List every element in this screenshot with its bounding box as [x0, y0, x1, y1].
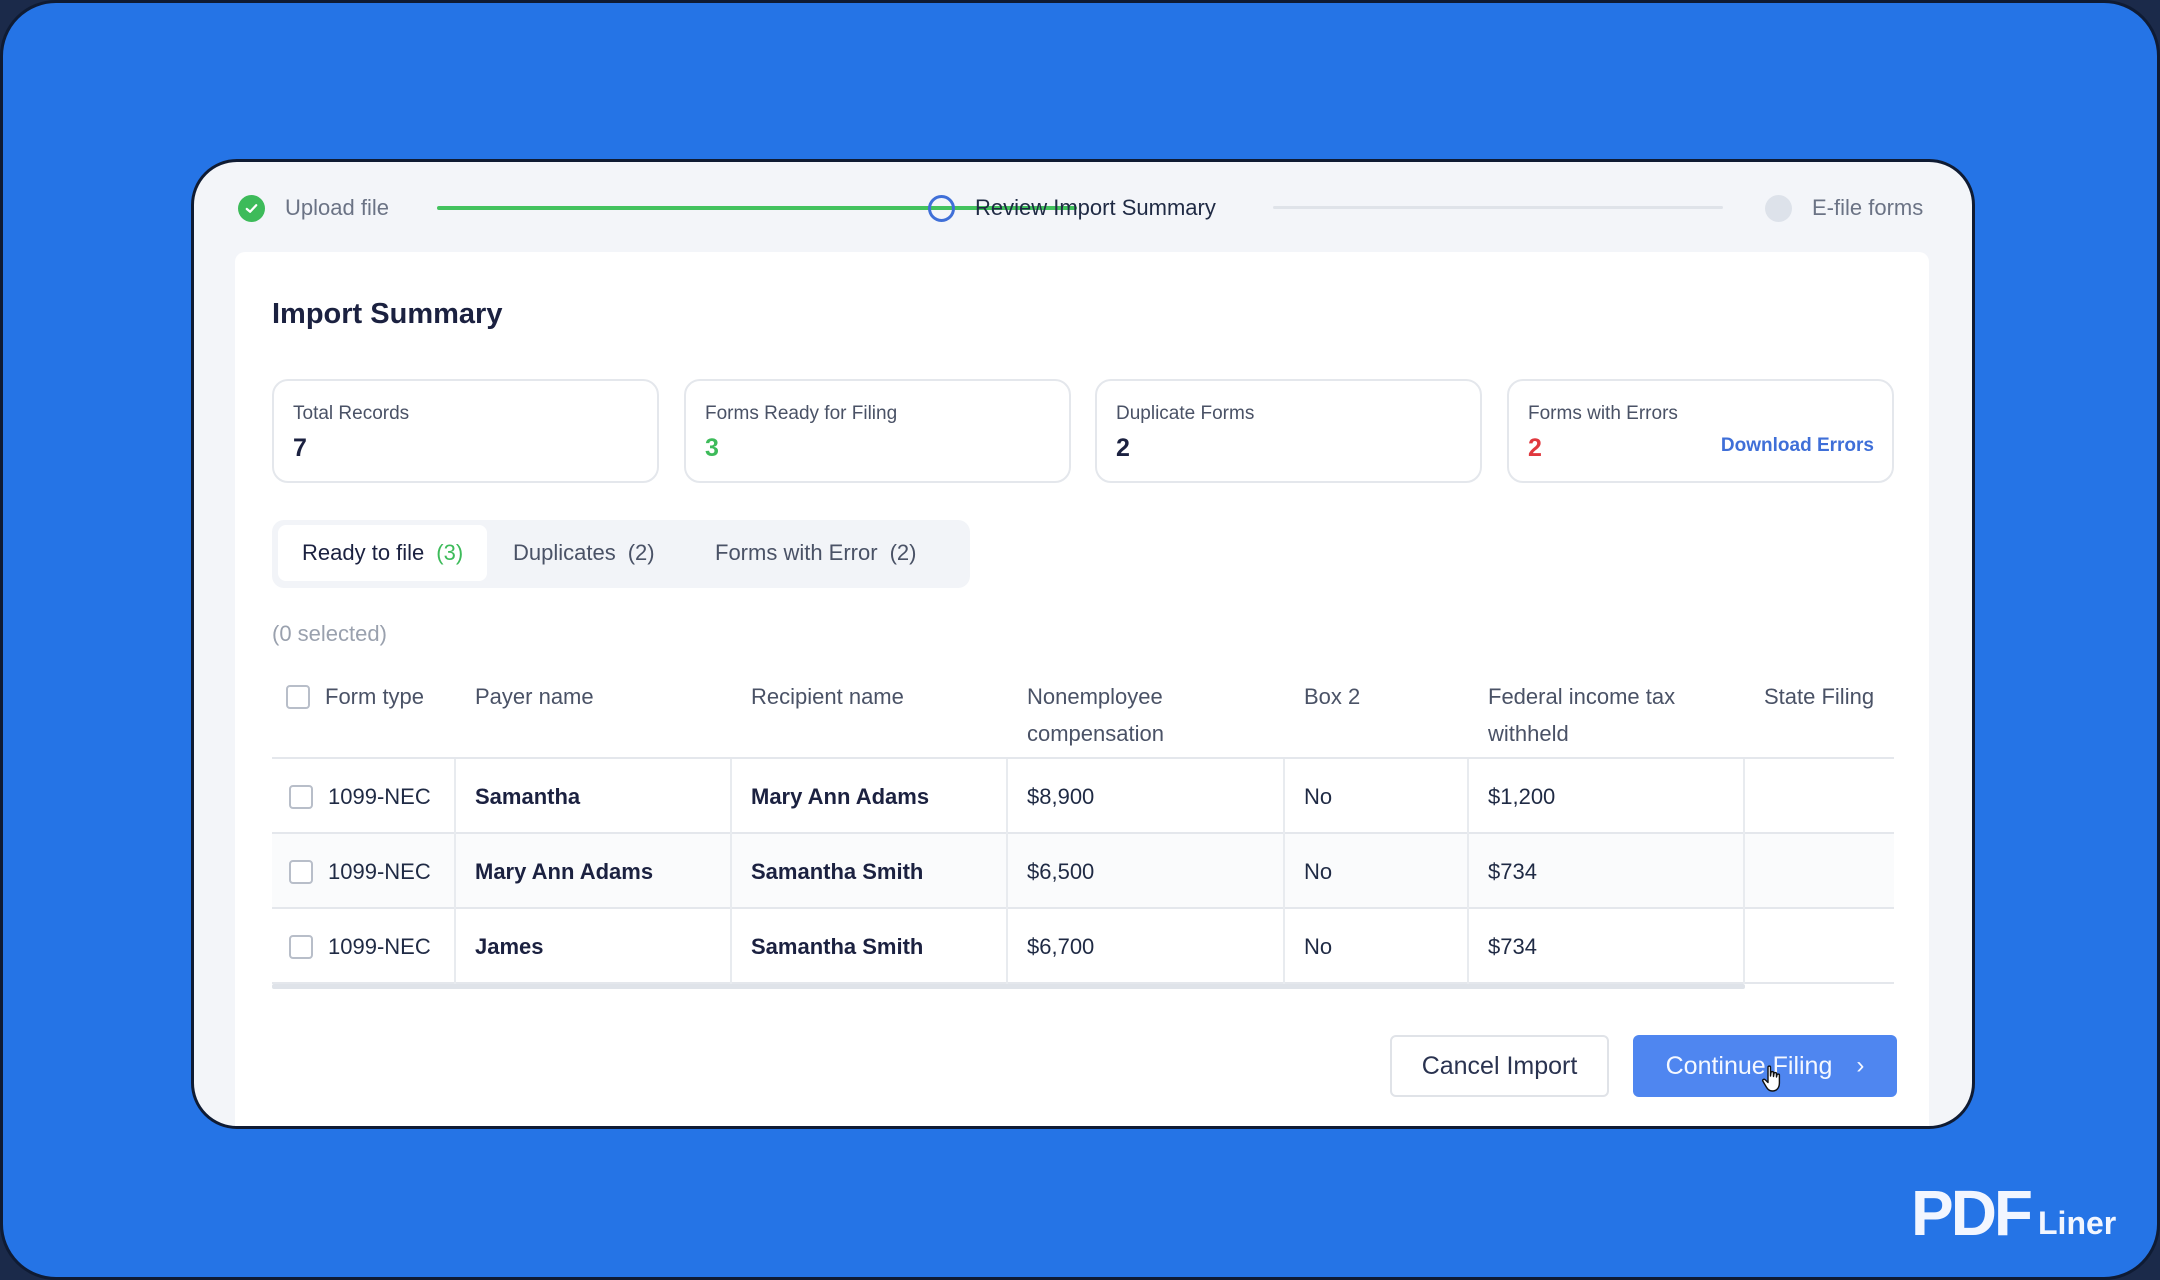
- dot-icon: [1765, 194, 1792, 222]
- step-connector-pending: [1273, 206, 1723, 209]
- cell-box-2: No: [1285, 909, 1469, 984]
- form-type-value: 1099-NEC: [328, 783, 431, 809]
- cell-recipient-name: Samantha Smith: [732, 834, 1008, 909]
- column-header-payer-name[interactable]: Payer name: [475, 678, 594, 715]
- cell-payer-name: James: [456, 909, 732, 984]
- download-errors-link[interactable]: Download Errors: [1721, 435, 1874, 457]
- column-header-nonemployee-compensation[interactable]: Nonemployee compensation: [1027, 678, 1247, 752]
- step-label: E-file forms: [1812, 195, 1924, 220]
- stat-value: 7: [293, 434, 307, 462]
- tab-duplicates[interactable]: Duplicates (2): [489, 525, 679, 581]
- cancel-import-button[interactable]: Cancel Import: [1390, 1035, 1609, 1097]
- table-header: Form type Payer name Recipient name None…: [272, 662, 1894, 758]
- column-header-federal-income-tax[interactable]: Federal income tax withheld: [1488, 678, 1728, 752]
- stat-card-forms-with-errors: Forms with Errors 2 Download Errors: [1507, 379, 1894, 483]
- cell-box-2: No: [1285, 759, 1469, 834]
- tab-count: (2): [889, 540, 917, 565]
- stat-value: 2: [1528, 434, 1542, 462]
- cell-form-type: 1099-NEC: [272, 834, 456, 909]
- cell-form-type: 1099-NEC: [272, 759, 456, 834]
- tab-label: Forms with Error: [715, 540, 878, 565]
- tab-forms-with-error[interactable]: Forms with Error (2): [691, 525, 940, 581]
- column-header-box-2[interactable]: Box 2: [1304, 678, 1360, 715]
- selected-count: (0 selected): [272, 621, 387, 646]
- stat-label: Total Records: [293, 403, 410, 424]
- cell-federal-tax: $1,200: [1469, 759, 1745, 834]
- step-review-import-summary[interactable]: Review Import Summary: [928, 190, 1216, 226]
- row-checkbox[interactable]: [289, 859, 313, 884]
- stat-value: 2: [1116, 434, 1130, 462]
- cell-state-filing: [1745, 909, 1894, 984]
- cell-compensation: $6,500: [1008, 834, 1285, 909]
- cell-box-2: No: [1285, 834, 1469, 909]
- cell-state-filing: [1745, 834, 1894, 909]
- pdfliner-logo: PDF Liner: [1911, 1177, 2117, 1249]
- step-upload-file[interactable]: Upload file: [238, 190, 389, 226]
- cell-recipient-name: Samantha Smith: [732, 909, 1008, 984]
- stat-card-duplicate-forms: Duplicate Forms 2: [1095, 379, 1482, 483]
- table-body: 1099-NEC Samantha Mary Ann Adams $8,900 …: [272, 757, 1894, 989]
- filter-tabs: Ready to file (3) Duplicates (2) Forms w…: [272, 520, 970, 588]
- form-type-value: 1099-NEC: [328, 858, 431, 884]
- cell-payer-name: Mary Ann Adams: [456, 834, 732, 909]
- import-summary-panel: Import Summary Total Records 7 Forms Rea…: [235, 252, 1929, 1126]
- import-wizard-window: Upload file Review Import Summary E-file…: [191, 159, 1975, 1129]
- cell-state-filing: [1745, 759, 1894, 834]
- check-circle-icon: [238, 194, 265, 222]
- chevron-right-icon: ›: [1856, 1052, 1865, 1079]
- column-header-recipient-name[interactable]: Recipient name: [751, 678, 971, 715]
- table-row[interactable]: 1099-NEC James Samantha Smith $6,700 No …: [272, 909, 1894, 984]
- cell-recipient-name: Mary Ann Adams: [732, 759, 1008, 834]
- step-label: Review Import Summary: [975, 195, 1216, 220]
- cell-payer-name: Samantha: [456, 759, 732, 834]
- table-row[interactable]: 1099-NEC Samantha Mary Ann Adams $8,900 …: [272, 759, 1894, 834]
- progress-stepper: Upload file Review Import Summary E-file…: [194, 162, 1972, 254]
- table-row[interactable]: 1099-NEC Mary Ann Adams Samantha Smith $…: [272, 834, 1894, 909]
- column-header-form-type: Form type: [286, 678, 424, 715]
- button-label: Continue Filing: [1665, 1051, 1833, 1080]
- form-type-value: 1099-NEC: [328, 933, 431, 959]
- select-all-checkbox[interactable]: [286, 684, 310, 709]
- stat-label: Duplicate Forms: [1116, 403, 1255, 424]
- hand-pointer-cursor-icon: [1761, 1065, 1781, 1092]
- cell-compensation: $8,900: [1008, 759, 1285, 834]
- stat-card-total-records: Total Records 7: [272, 379, 659, 483]
- ring-icon: [928, 194, 955, 222]
- row-checkbox[interactable]: [289, 784, 313, 809]
- cell-federal-tax: $734: [1469, 909, 1745, 984]
- stat-value: 3: [705, 434, 719, 462]
- background-frame: Upload file Review Import Summary E-file…: [0, 0, 2160, 1280]
- step-e-file-forms[interactable]: E-file forms: [1765, 190, 1923, 226]
- horizontal-scrollbar[interactable]: [272, 984, 1745, 989]
- table-footer: [272, 984, 1894, 989]
- tab-label: Duplicates: [513, 540, 616, 565]
- step-label: Upload file: [285, 195, 389, 220]
- column-header-state-filing[interactable]: State Filing: [1764, 678, 1874, 715]
- column-label: Form type: [325, 684, 425, 709]
- tab-ready-to-file[interactable]: Ready to file (3): [278, 525, 488, 581]
- cell-federal-tax: $734: [1469, 834, 1745, 909]
- tab-label: Ready to file: [302, 540, 425, 565]
- row-checkbox[interactable]: [289, 934, 313, 959]
- stat-label: Forms with Errors: [1528, 403, 1678, 424]
- tab-count: (2): [627, 540, 655, 565]
- stat-label: Forms Ready for Filing: [705, 403, 898, 424]
- logo-text: Liner: [2038, 1205, 2117, 1241]
- tab-count: (3): [436, 540, 464, 565]
- stat-card-forms-ready: Forms Ready for Filing 3: [684, 379, 1071, 483]
- cell-form-type: 1099-NEC: [272, 909, 456, 984]
- page-title: Import Summary: [272, 298, 503, 330]
- forms-table: Form type Payer name Recipient name None…: [272, 662, 1894, 989]
- logo-mark: PDF: [1911, 1177, 2033, 1249]
- cell-compensation: $6,700: [1008, 909, 1285, 984]
